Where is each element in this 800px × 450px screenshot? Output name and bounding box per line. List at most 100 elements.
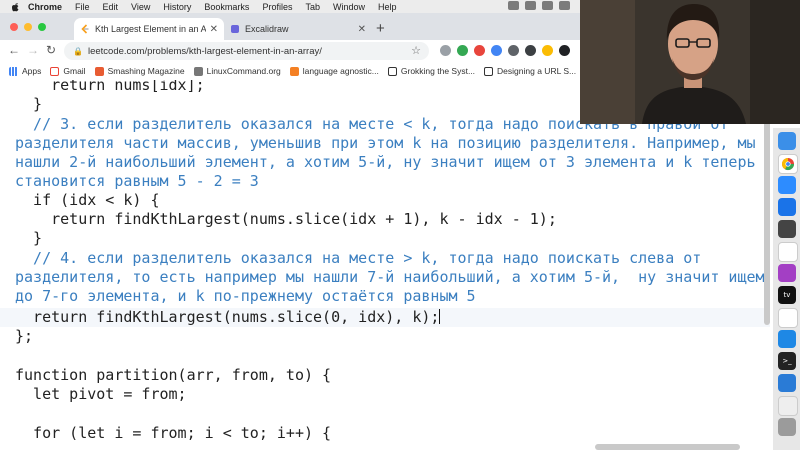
zoom-window-icon[interactable] bbox=[38, 23, 46, 31]
extension-red-icon[interactable] bbox=[474, 45, 485, 56]
launchpad-icon[interactable] bbox=[778, 242, 798, 262]
code-line[interactable]: let pivot = from; bbox=[15, 385, 187, 404]
bookmark-label: Apps bbox=[22, 66, 42, 76]
code-comment-line[interactable]: разделителя части массив, уменьшив при э… bbox=[15, 134, 756, 153]
app-store-icon[interactable] bbox=[778, 330, 796, 348]
bookmark-star-icon[interactable]: ☆ bbox=[411, 44, 421, 57]
gmail-icon bbox=[50, 66, 60, 76]
smashing-icon bbox=[94, 66, 104, 76]
minimize-window-icon[interactable] bbox=[24, 23, 32, 31]
bookmark-smashing[interactable]: Smashing Magazine bbox=[94, 66, 185, 76]
code-comment-line[interactable]: до 7-го элемента, и k по-прежнему остаёт… bbox=[15, 287, 476, 306]
bookmark-designing-url[interactable]: Designing a URL S... bbox=[484, 66, 576, 76]
trash-icon[interactable] bbox=[778, 418, 796, 436]
new-tab-icon[interactable]: + bbox=[376, 20, 385, 37]
presenter-video bbox=[580, 0, 800, 124]
bookmark-label: Grokking the Syst... bbox=[400, 66, 476, 76]
close-window-icon[interactable] bbox=[10, 23, 18, 31]
grokking-icon bbox=[387, 66, 397, 76]
menu-profiles[interactable]: Profiles bbox=[262, 2, 292, 12]
code-line[interactable]: function partition(arr, from, to) { bbox=[15, 366, 331, 385]
extension-blue-icon[interactable] bbox=[491, 45, 502, 56]
url-text[interactable]: leetcode.com/problems/kth-largest-elemen… bbox=[88, 46, 322, 57]
bookmark-label: Designing a URL S... bbox=[497, 66, 577, 76]
code-line[interactable]: for (let i = from; i < to; i++) { bbox=[15, 424, 331, 443]
menu-history[interactable]: History bbox=[163, 2, 191, 12]
address-bar[interactable]: 🔒 leetcode.com/problems/kth-largest-elem… bbox=[64, 42, 429, 60]
bookmark-label: LinuxCommand.org bbox=[206, 66, 281, 76]
code-line[interactable]: }; bbox=[15, 327, 33, 346]
bookmark-label: Gmail bbox=[63, 66, 86, 76]
extension-yellow-icon[interactable] bbox=[542, 45, 553, 56]
lock-icon[interactable]: 🔒 bbox=[73, 47, 83, 56]
code-line-current[interactable]: return findKthLargest(nums.slice(0, idx)… bbox=[15, 308, 441, 327]
bookmark-language-agnostic[interactable]: language agnostic... bbox=[289, 66, 379, 76]
bookmark-gmail[interactable]: Gmail bbox=[50, 66, 86, 76]
code-line[interactable]: if (idx < k) { bbox=[15, 191, 159, 210]
tab-title: Kth Largest Element in an Array bbox=[95, 24, 206, 34]
menu-app-name[interactable]: Chrome bbox=[28, 2, 62, 12]
tab-title: Excalidraw bbox=[245, 24, 289, 34]
tab-excalidraw[interactable]: Excalidraw ✕ bbox=[224, 18, 372, 40]
bookmark-grokking[interactable]: Grokking the Syst... bbox=[387, 66, 476, 76]
music-icon[interactable] bbox=[778, 308, 798, 328]
code-line[interactable]: return findKthLargest(nums.slice(idx + 1… bbox=[15, 210, 557, 229]
status-tray bbox=[508, 1, 570, 10]
podcasts-icon[interactable] bbox=[778, 264, 796, 282]
macos-dock: tv >_ bbox=[773, 128, 800, 450]
code-comment-line[interactable]: разделителя, то есть например мы нашли 7… bbox=[15, 268, 765, 287]
code-line[interactable]: } bbox=[15, 229, 42, 248]
vscode-icon[interactable] bbox=[778, 374, 796, 392]
horizontal-scrollbar[interactable] bbox=[595, 444, 740, 450]
menu-file[interactable]: File bbox=[75, 2, 90, 12]
linuxcommand-icon bbox=[193, 66, 203, 76]
bookmark-icon bbox=[289, 66, 299, 76]
bookmark-apps[interactable]: Apps bbox=[9, 66, 41, 76]
code-editor[interactable]: return nums[idx]; } // 3. если разделите… bbox=[0, 80, 770, 450]
extension-grey-icon[interactable] bbox=[508, 45, 519, 56]
menu-view[interactable]: View bbox=[131, 2, 150, 12]
zoom-app-icon[interactable] bbox=[778, 176, 796, 194]
menu-tab[interactable]: Tab bbox=[305, 2, 320, 12]
leetcode-icon bbox=[80, 24, 90, 34]
code-comment-line[interactable]: // 4. если разделитель оказался на месте… bbox=[15, 249, 701, 268]
back-arrow-icon[interactable]: ← bbox=[8, 43, 20, 57]
bookmark-icon bbox=[484, 66, 494, 76]
code-comment-line[interactable]: нашли 2-й наибольший элемент, а хотим 5-… bbox=[15, 153, 756, 172]
extension-vpn-icon[interactable] bbox=[559, 45, 570, 56]
menu-bookmarks[interactable]: Bookmarks bbox=[204, 2, 249, 12]
code-line[interactable]: } bbox=[15, 95, 42, 114]
close-tab-icon[interactable]: ✕ bbox=[358, 24, 366, 35]
calculator-icon[interactable] bbox=[778, 220, 796, 238]
code-comment-line[interactable]: становится равным 5 - 2 = 3 bbox=[15, 172, 259, 191]
menu-window[interactable]: Window bbox=[333, 2, 365, 12]
extension-dark-icon[interactable] bbox=[525, 45, 536, 56]
battery-icon[interactable] bbox=[508, 1, 519, 10]
apps-grid-icon bbox=[9, 66, 18, 76]
finder-icon[interactable] bbox=[778, 132, 796, 150]
zoom-video-icon[interactable] bbox=[778, 198, 796, 216]
spotlight-icon[interactable] bbox=[559, 1, 570, 10]
extension-icon[interactable] bbox=[440, 45, 451, 56]
grammarly-icon[interactable] bbox=[457, 45, 468, 56]
tab-kth-largest[interactable]: Kth Largest Element in an Array ✕ bbox=[74, 18, 224, 40]
apple-menu-icon[interactable] bbox=[10, 2, 20, 12]
bookmark-label: language agnostic... bbox=[302, 66, 379, 76]
forward-arrow-icon[interactable]: → bbox=[27, 43, 39, 57]
wifi-icon[interactable] bbox=[525, 1, 536, 10]
webcam-overlay bbox=[580, 0, 800, 124]
reload-icon[interactable]: ↻ bbox=[46, 43, 56, 57]
bookmark-linuxcommand[interactable]: LinuxCommand.org bbox=[193, 66, 281, 76]
close-tab-icon[interactable]: ✕ bbox=[210, 24, 218, 35]
code-line[interactable]: return nums[idx]; bbox=[15, 80, 205, 95]
menu-edit[interactable]: Edit bbox=[103, 2, 119, 12]
preview-icon[interactable] bbox=[778, 396, 798, 416]
menu-help[interactable]: Help bbox=[378, 2, 397, 12]
terminal-icon[interactable]: >_ bbox=[778, 352, 796, 370]
menu-extra-icon[interactable] bbox=[542, 1, 553, 10]
code-text[interactable]: return findKthLargest(nums.slice(0, idx)… bbox=[15, 308, 439, 326]
bookmark-label: Smashing Magazine bbox=[107, 66, 185, 76]
chrome-icon[interactable] bbox=[778, 154, 798, 174]
excalidraw-icon bbox=[230, 24, 240, 34]
apple-tv-icon[interactable]: tv bbox=[778, 286, 796, 304]
